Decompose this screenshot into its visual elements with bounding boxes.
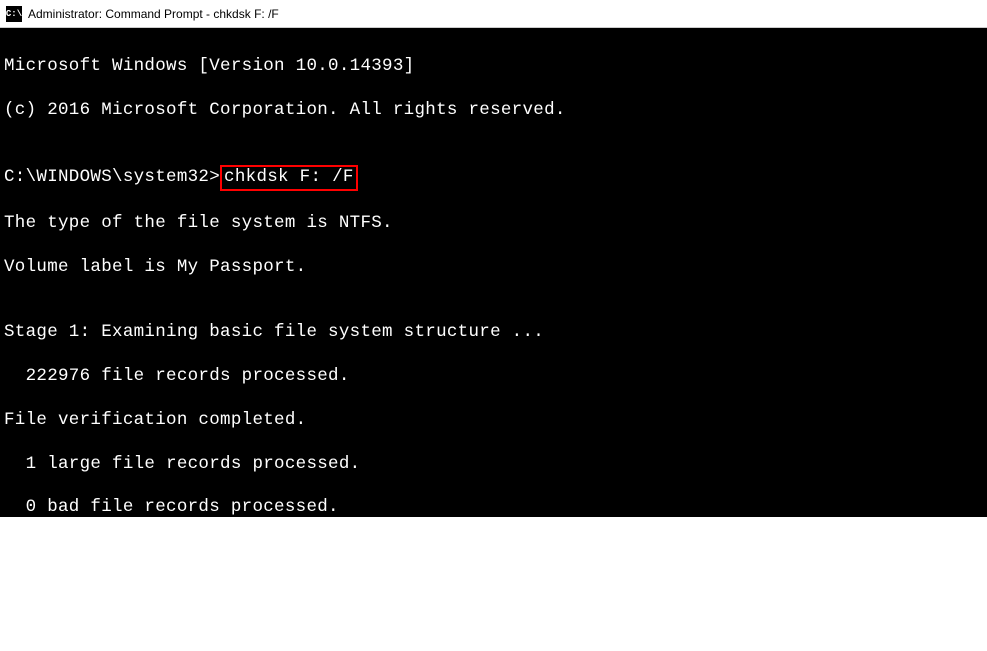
output-line: (c) 2016 Microsoft Corporation. All righ… xyxy=(4,100,983,122)
prompt-line: C:\WINDOWS\system32>chkdsk F: /F xyxy=(4,165,983,191)
output-line: 222976 file records processed. xyxy=(4,366,983,388)
output-line: Stage 1: Examining basic file system str… xyxy=(4,322,983,344)
prompt-path: C:\WINDOWS\system32> xyxy=(4,167,220,189)
output-line: 0 bad file records processed. xyxy=(4,497,983,519)
output-line: Volume label is My Passport. xyxy=(4,257,983,279)
command-highlight: chkdsk F: /F xyxy=(220,165,358,191)
window-title-bar[interactable]: C:\ Administrator: Command Prompt - chkd… xyxy=(0,0,987,28)
output-line: 1 large file records processed. xyxy=(4,454,983,476)
window-title: Administrator: Command Prompt - chkdsk F… xyxy=(28,7,279,21)
output-line: The type of the file system is NTFS. xyxy=(4,213,983,235)
cmd-icon: C:\ xyxy=(6,6,22,22)
terminal-output[interactable]: Microsoft Windows [Version 10.0.14393] (… xyxy=(0,28,987,517)
output-line: Stage 2: Examining file name linkage ... xyxy=(4,563,983,585)
output-line: Microsoft Windows [Version 10.0.14393] xyxy=(4,56,983,78)
output-line: File verification completed. xyxy=(4,410,983,432)
output-line: Progress: 228808 of 255320 done; Stage: … xyxy=(4,607,983,629)
